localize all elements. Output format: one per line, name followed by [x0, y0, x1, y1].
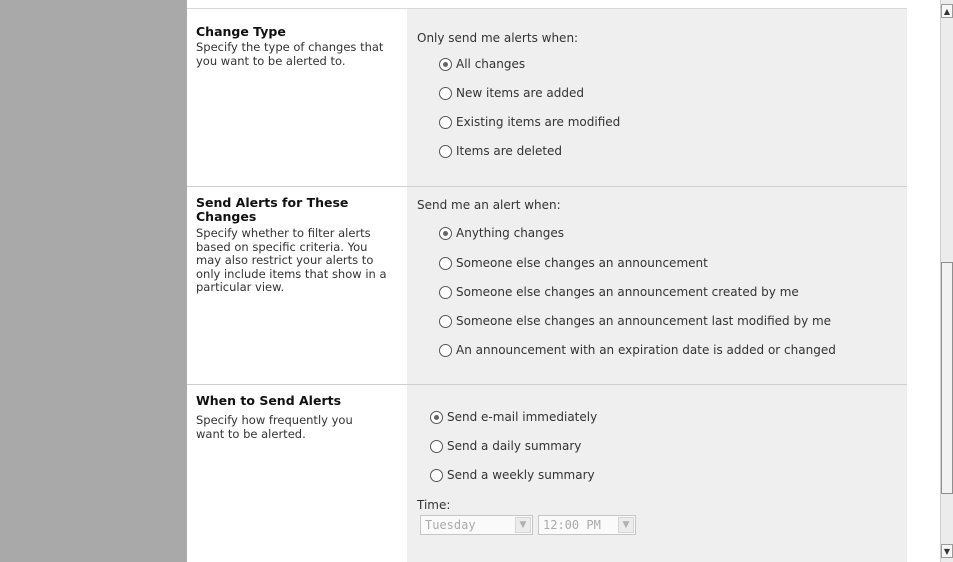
- radio-selected-icon: [439, 226, 452, 240]
- radio-existing-items-modified[interactable]: Existing items are modified: [439, 115, 620, 129]
- section-when-to-send: When to Send Alerts Specify how frequent…: [187, 385, 907, 562]
- radio-unselected-icon: [430, 468, 443, 482]
- radio-label: New items are added: [456, 86, 584, 100]
- radio-items-deleted[interactable]: Items are deleted: [439, 144, 562, 158]
- when-description: Specify how frequently you want to be al…: [196, 413, 353, 441]
- radio-label: Send a weekly summary: [447, 468, 595, 482]
- radio-label: An announcement with an expiration date …: [456, 343, 836, 357]
- radio-label: All changes: [456, 57, 526, 71]
- radio-label: Someone else changes an announcement: [456, 256, 708, 270]
- radio-weekly-summary[interactable]: Send a weekly summary: [430, 468, 595, 482]
- left-gutter: [0, 0, 187, 562]
- time-select-value: 12:00 PM: [543, 518, 601, 532]
- change-type-title: Change Type: [196, 24, 286, 39]
- radio-daily-summary[interactable]: Send a daily summary: [430, 439, 581, 453]
- radio-unselected-icon: [439, 314, 452, 328]
- radio-label: Someone else changes an announcement cre…: [456, 285, 799, 299]
- radio-label: Existing items are modified: [456, 115, 621, 129]
- radio-label: Items are deleted: [456, 144, 563, 158]
- filter-description: Specify whether to filter alerts based o…: [196, 226, 387, 294]
- change-type-description: Specify the type of changes that you wan…: [196, 40, 384, 68]
- alert-settings-form: Change Type Specify the type of changes …: [187, 0, 940, 562]
- radio-all-changes[interactable]: All changes: [439, 57, 525, 71]
- scroll-down-icon[interactable]: ▼: [941, 544, 953, 558]
- time-select[interactable]: 12:00 PM ▼: [538, 515, 636, 535]
- radio-someone-else-changes[interactable]: Someone else changes an announcement: [439, 256, 708, 270]
- chevron-down-icon: ▼: [515, 517, 531, 533]
- section-filter-changes: Send Alerts for These Changes Specify wh…: [187, 187, 907, 385]
- time-label: Time:: [417, 498, 451, 512]
- radio-label: Send a daily summary: [447, 439, 582, 453]
- radio-unselected-icon: [430, 439, 443, 453]
- radio-selected-icon: [439, 57, 452, 71]
- when-title: When to Send Alerts: [196, 393, 342, 408]
- radio-label: Send e-mail immediately: [447, 410, 598, 424]
- radio-unselected-icon: [439, 285, 452, 299]
- vertical-scrollbar[interactable]: ▲ ▼: [940, 0, 953, 562]
- radio-someone-else-changes-modified-by-me[interactable]: Someone else changes an announcement las…: [439, 314, 831, 328]
- radio-unselected-icon: [439, 343, 452, 357]
- day-select[interactable]: Tuesday ▼: [420, 515, 533, 535]
- scrollbar-thumb[interactable]: [941, 262, 953, 494]
- radio-unselected-icon: [439, 86, 452, 100]
- radio-new-items-added[interactable]: New items are added: [439, 86, 584, 100]
- radio-unselected-icon: [439, 144, 452, 158]
- filter-title: Send Alerts for These Changes: [196, 195, 349, 224]
- radio-someone-else-changes-created-by-me[interactable]: Someone else changes an announcement cre…: [439, 285, 799, 299]
- radio-send-immediately[interactable]: Send e-mail immediately: [430, 410, 597, 424]
- radio-unselected-icon: [439, 256, 452, 270]
- change-type-prompt: Only send me alerts when:: [417, 31, 579, 45]
- filter-prompt: Send me an alert when:: [417, 198, 561, 212]
- scroll-up-icon[interactable]: ▲: [941, 4, 953, 18]
- radio-label: Anything changes: [456, 226, 565, 240]
- radio-anything-changes[interactable]: Anything changes: [439, 226, 564, 240]
- radio-unselected-icon: [439, 115, 452, 129]
- day-select-value: Tuesday: [425, 518, 476, 532]
- radio-selected-icon: [430, 410, 443, 424]
- section-change-type: Change Type Specify the type of changes …: [187, 9, 907, 187]
- radio-expiration-date-changed[interactable]: An announcement with an expiration date …: [439, 343, 836, 357]
- chevron-down-icon: ▼: [618, 517, 634, 533]
- radio-label: Someone else changes an announcement las…: [456, 314, 832, 328]
